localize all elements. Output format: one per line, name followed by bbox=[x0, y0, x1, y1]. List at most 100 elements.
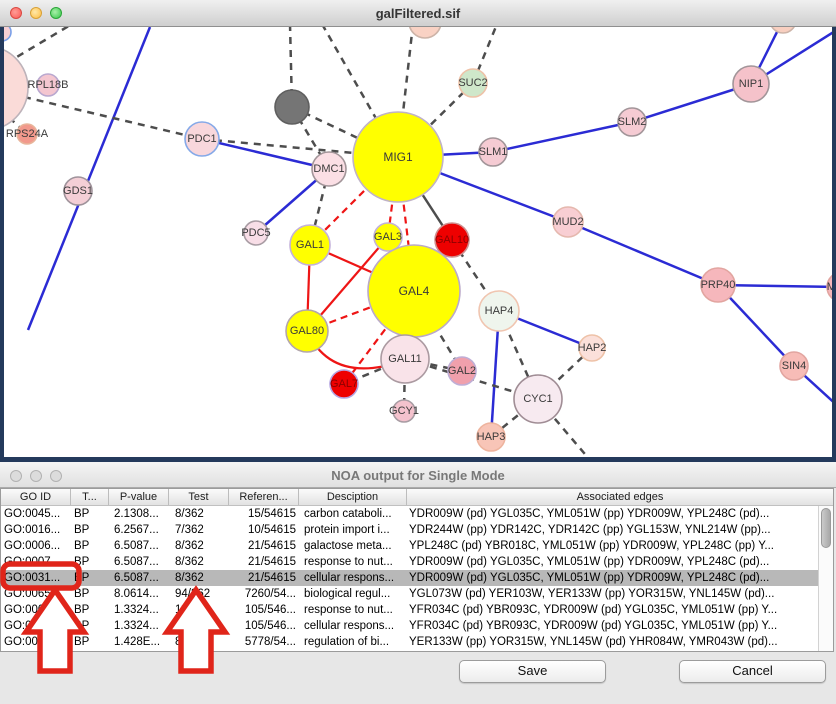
node-gal10[interactable] bbox=[435, 223, 469, 257]
cell-description: regulation of bi... bbox=[299, 634, 407, 650]
node-pdc1[interactable] bbox=[185, 122, 219, 156]
noa-row[interactable]: GO:0007...BP1.3324...11/362105/546...res… bbox=[1, 602, 818, 618]
cell-type: BP bbox=[71, 554, 109, 570]
node-gal3[interactable] bbox=[374, 223, 402, 251]
noa-row[interactable]: GO:0016...BP6.2567...7/36210/54615protei… bbox=[1, 522, 818, 538]
network-graph[interactable]: RPL18BRPS24AGDS1PDC1MIG1SUC2SLM1DMC1SLM2… bbox=[4, 27, 832, 457]
node-gal4[interactable] bbox=[368, 245, 460, 337]
cell-p_value: 1.428E... bbox=[109, 634, 169, 650]
cell-reference: 10/54615 bbox=[229, 522, 299, 538]
node-msn5[interactable] bbox=[827, 272, 832, 302]
node-mud2[interactable] bbox=[553, 207, 583, 237]
noa-row[interactable]: GO:0031...BP6.5087...8/36221/54615cellul… bbox=[1, 570, 818, 586]
cell-edges: YER133W (pp) YOR315W, YNL145W (pd) YHR08… bbox=[407, 634, 818, 650]
node-prp40[interactable] bbox=[701, 268, 735, 302]
cell-edges: YFR034C (pd) YBR093C, YDR009W (pd) YGL03… bbox=[407, 602, 818, 618]
noa-row[interactable]: GO:0050...BP1.428E...80/3625778/54...reg… bbox=[1, 634, 818, 650]
cell-description: cellular respons... bbox=[299, 570, 407, 586]
noa-window-titlebar[interactable]: NOA output for Single Mode bbox=[0, 462, 836, 488]
network-window: galFiltered.sif RPL18BRPS24AGDS1PDC1MIG1… bbox=[0, 0, 836, 457]
node-gal1[interactable] bbox=[290, 225, 330, 265]
network-canvas[interactable]: RPL18BRPS24AGDS1PDC1MIG1SUC2SLM1DMC1SLM2… bbox=[4, 27, 832, 457]
cell-description: response to nut... bbox=[299, 602, 407, 618]
cell-edges: YFR034C (pd) YBR093C, YDR009W (pd) YGL03… bbox=[407, 618, 818, 634]
node-rpl18b[interactable] bbox=[37, 74, 59, 96]
cell-test: 80/362 bbox=[169, 634, 229, 650]
cell-p_value: 2.1308... bbox=[109, 506, 169, 522]
node-suc2[interactable] bbox=[459, 69, 487, 97]
edge-b bbox=[493, 122, 632, 152]
cell-type: BP bbox=[71, 570, 109, 586]
column-header-go_id[interactable]: GO ID bbox=[1, 489, 71, 505]
node-unlabeled[interactable] bbox=[275, 90, 309, 124]
column-header-edges[interactable]: Associated edges bbox=[407, 489, 833, 505]
node-gal7[interactable] bbox=[330, 370, 358, 398]
noa-row[interactable]: GO:0031...BP1.3324...11/362105/546...cel… bbox=[1, 618, 818, 634]
vertical-scrollbar[interactable] bbox=[818, 506, 833, 651]
node-hap2[interactable] bbox=[579, 335, 605, 361]
node-pdc5[interactable] bbox=[244, 221, 268, 245]
column-header-description[interactable]: Desciption bbox=[299, 489, 407, 505]
network-window-titlebar[interactable]: galFiltered.sif bbox=[0, 0, 836, 27]
node-unlabeled[interactable] bbox=[4, 27, 11, 41]
node-rps24a[interactable] bbox=[17, 124, 37, 144]
noa-row[interactable]: GO:0006...BP6.5087...8/36221/54615galact… bbox=[1, 538, 818, 554]
cell-edges: YGL073W (pd) YER103W, YER133W (pp) YOR31… bbox=[407, 586, 818, 602]
cell-reference: 105/546... bbox=[229, 618, 299, 634]
column-header-p_value[interactable]: P-value bbox=[109, 489, 169, 505]
node-dmc1[interactable] bbox=[312, 152, 346, 186]
cell-reference: 7260/54... bbox=[229, 586, 299, 602]
save-button[interactable]: Save bbox=[459, 660, 606, 683]
cell-description: protein import i... bbox=[299, 522, 407, 538]
cell-reference: 15/54615 bbox=[229, 506, 299, 522]
cancel-button[interactable]: Cancel bbox=[679, 660, 826, 683]
column-header-reference[interactable]: Referen... bbox=[229, 489, 299, 505]
noa-row[interactable]: GO:0065...BP8.0614...94/3627260/54...bio… bbox=[1, 586, 818, 602]
node-hap3[interactable] bbox=[477, 423, 505, 451]
cell-go_id: GO:0045... bbox=[1, 506, 71, 522]
noa-row[interactable]: GO:0045...BP2.1308...8/36215/54615carbon… bbox=[1, 506, 818, 522]
column-header-type[interactable]: T... bbox=[71, 489, 109, 505]
cell-edges: YDR244W (pp) YDR142C, YDR142C (pp) YGL15… bbox=[407, 522, 818, 538]
node-unlabeled[interactable] bbox=[770, 27, 796, 33]
noa-row[interactable]: GO:0007...BP6.5087...8/36221/54615respon… bbox=[1, 554, 818, 570]
node-hap4[interactable] bbox=[479, 291, 519, 331]
node-nip1[interactable] bbox=[733, 66, 769, 102]
cell-type: BP bbox=[71, 586, 109, 602]
cell-go_id: GO:0007... bbox=[1, 602, 71, 618]
scrollbar-thumb[interactable] bbox=[821, 508, 831, 548]
table-header-row: GO IDT...P-valueTestReferen...Desciption… bbox=[1, 489, 833, 506]
node-gcy1[interactable] bbox=[393, 400, 415, 422]
node-unlabeled[interactable] bbox=[4, 46, 28, 130]
node-slm2[interactable] bbox=[618, 108, 646, 136]
node-mig1[interactable] bbox=[353, 112, 443, 202]
cell-go_id: GO:0065... bbox=[1, 586, 71, 602]
cell-type: BP bbox=[71, 538, 109, 554]
cell-p_value: 1.3324... bbox=[109, 602, 169, 618]
cell-type: BP bbox=[71, 602, 109, 618]
cell-p_value: 8.0614... bbox=[109, 586, 169, 602]
node-gal2[interactable] bbox=[448, 357, 476, 385]
node-unlabeled[interactable] bbox=[409, 27, 441, 38]
edge-b bbox=[28, 27, 150, 330]
cell-description: cellular respons... bbox=[299, 618, 407, 634]
node-gal80[interactable] bbox=[286, 310, 328, 352]
node-cyc1[interactable] bbox=[514, 375, 562, 423]
node-sin4[interactable] bbox=[780, 352, 808, 380]
cell-go_id: GO:0016... bbox=[1, 522, 71, 538]
column-header-test[interactable]: Test bbox=[169, 489, 229, 505]
cell-type: BP bbox=[71, 618, 109, 634]
cell-description: response to nut... bbox=[299, 554, 407, 570]
cell-p_value: 6.5087... bbox=[109, 554, 169, 570]
cell-edges: YDR009W (pd) YGL035C, YML051W (pp) YDR00… bbox=[407, 506, 818, 522]
node-gds1[interactable] bbox=[64, 177, 92, 205]
cell-go_id: GO:0007... bbox=[1, 554, 71, 570]
node-slm1[interactable] bbox=[479, 138, 507, 166]
cell-type: BP bbox=[71, 506, 109, 522]
noa-output-window: NOA output for Single Mode GO IDT...P-va… bbox=[0, 462, 836, 704]
edge-b bbox=[568, 222, 718, 285]
cell-test: 8/362 bbox=[169, 538, 229, 554]
cell-go_id: GO:0031... bbox=[1, 570, 71, 586]
node-gal11[interactable] bbox=[381, 335, 429, 383]
cell-reference: 21/54615 bbox=[229, 538, 299, 554]
